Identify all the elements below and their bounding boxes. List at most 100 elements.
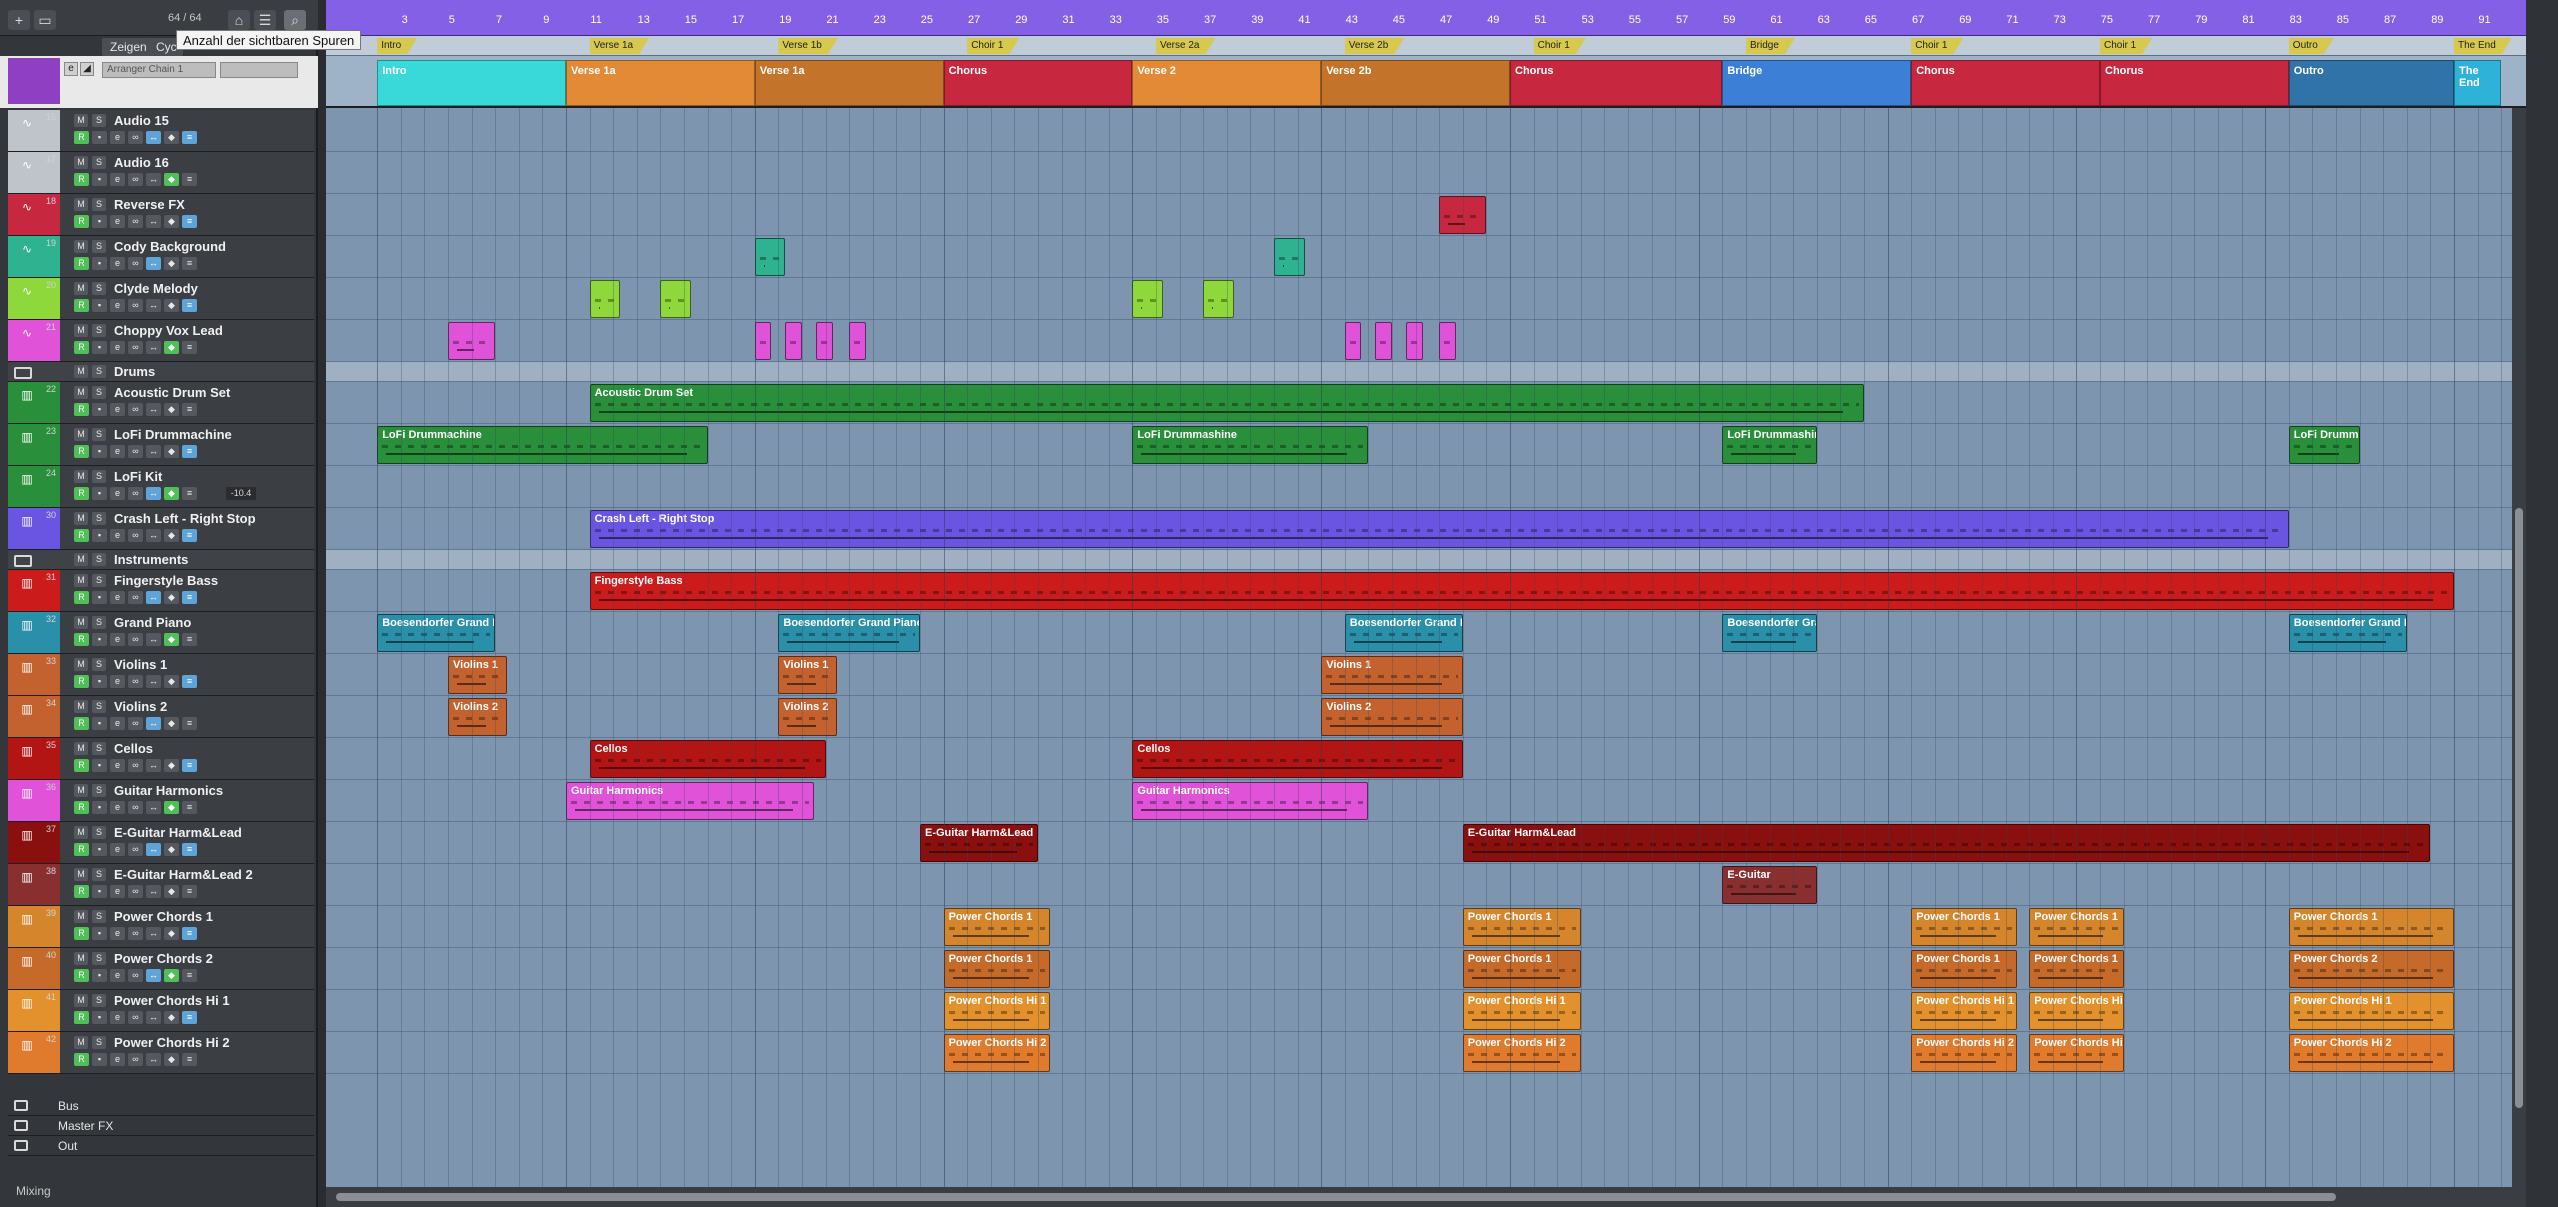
link-button[interactable]: ∞ xyxy=(128,487,143,500)
record-enable-button[interactable]: R xyxy=(74,717,89,730)
event-guitar-harmonics[interactable]: Guitar Harmonics xyxy=(566,782,814,820)
event-audio[interactable] xyxy=(1344,322,1362,360)
record-enable-button[interactable]: R xyxy=(74,341,89,354)
arranger-section-verse-2b[interactable]: Verse 2b xyxy=(1321,60,1510,106)
monitor-button[interactable]: ▪ xyxy=(92,529,107,542)
event-power-chords-1[interactable]: Power Chords 1 xyxy=(1911,908,2018,946)
track-lane[interactable] xyxy=(326,864,2526,906)
link-button[interactable]: ∞ xyxy=(128,445,143,458)
write-automation-button[interactable]: ◆ xyxy=(164,969,179,982)
link-button[interactable]: ∞ xyxy=(128,215,143,228)
monitor-button[interactable]: ▪ xyxy=(92,487,107,500)
solo-button[interactable]: S xyxy=(92,742,106,755)
event-fingerstyle-bass[interactable]: Fingerstyle Bass xyxy=(589,572,2454,610)
event-audio[interactable] xyxy=(849,322,866,360)
arranger-section-verse-2[interactable]: Verse 2 xyxy=(1132,60,1322,106)
track-header-e-guitar-harm-lead-2[interactable]: ▥ 38 M S E-Guitar Harm&Lead 2 R ▪ e ∞ ↔ ◆ ≡ xyxy=(8,864,314,906)
edit-instrument-button[interactable]: e xyxy=(110,633,125,646)
event-power-chords-hi-2[interactable]: Power Chords Hi 2 xyxy=(1462,1034,1581,1072)
solo-button[interactable]: S xyxy=(92,512,106,525)
mute-button[interactable]: M xyxy=(74,553,88,566)
solo-button[interactable]: S xyxy=(92,156,106,169)
mute-button[interactable]: M xyxy=(74,910,88,923)
link-button[interactable]: ∞ xyxy=(128,403,143,416)
track-lane[interactable] xyxy=(326,152,2526,194)
track-header-clyde-melody[interactable]: ∿ 20 M S Clyde Melody R ▪ e ∞ ↔ ◆ ≡ xyxy=(8,278,314,320)
mute-button[interactable]: M xyxy=(74,428,88,441)
read-automation-button[interactable]: ↔ xyxy=(146,927,161,940)
event-audio[interactable] xyxy=(754,238,786,276)
track-header-power-chords-2[interactable]: ▥ 40 M S Power Chords 2 R ▪ e ∞ ↔ ◆ ≡ xyxy=(8,948,314,990)
read-automation-button[interactable]: ↔ xyxy=(146,885,161,898)
solo-button[interactable]: S xyxy=(92,994,106,1007)
event-power-chords-hi-1[interactable]: Power Chords Hi 1 xyxy=(943,992,1050,1030)
channel-settings-button[interactable]: ≡ xyxy=(182,131,197,144)
write-automation-button[interactable]: ◆ xyxy=(164,633,179,646)
track-lane[interactable] xyxy=(326,194,2526,236)
write-automation-button[interactable]: ◆ xyxy=(164,341,179,354)
mute-button[interactable]: M xyxy=(74,512,88,525)
edit-instrument-button[interactable]: e xyxy=(110,801,125,814)
edit-instrument-button[interactable]: e xyxy=(110,445,125,458)
record-enable-button[interactable]: R xyxy=(74,591,89,604)
event-audio[interactable] xyxy=(660,280,692,318)
channel-settings-button[interactable]: ≡ xyxy=(182,529,197,542)
ruler[interactable]: 3 5 7 9 11 13 15 17 19 21 23 25 27 29 31 33 35 37 39 41 43 45… xyxy=(326,0,2526,36)
event-power-chords-hi-2[interactable]: Power Chords Hi 2 xyxy=(2288,1034,2454,1072)
track-header-audio-15[interactable]: ∿ 16 M S Audio 15 R ▪ e ∞ ↔ ◆ ≡ xyxy=(8,110,314,152)
edit-instrument-button[interactable]: e xyxy=(110,675,125,688)
edit-instrument-button[interactable]: e xyxy=(110,529,125,542)
event-audio[interactable] xyxy=(816,322,833,360)
write-automation-button[interactable]: ◆ xyxy=(164,445,179,458)
monitor-button[interactable]: ▪ xyxy=(92,843,107,856)
event-boesendorfer-grand-piano[interactable]: Boesendorfer Grand Piano xyxy=(377,614,496,652)
add-track-icon[interactable]: + xyxy=(8,10,30,30)
write-automation-button[interactable]: ◆ xyxy=(164,173,179,186)
write-automation-button[interactable]: ◆ xyxy=(164,843,179,856)
solo-button[interactable]: S xyxy=(92,470,106,483)
channel-settings-button[interactable]: ≡ xyxy=(182,173,197,186)
monitor-button[interactable]: ▪ xyxy=(92,131,107,144)
event-audio[interactable] xyxy=(1132,280,1164,318)
mute-button[interactable]: M xyxy=(74,952,88,965)
solo-button[interactable]: S xyxy=(92,1036,106,1049)
marker-bridge[interactable]: Bridge xyxy=(1746,38,1795,54)
record-enable-button[interactable]: R xyxy=(74,1011,89,1024)
folder-track-out[interactable]: Out xyxy=(8,1136,314,1156)
record-enable-button[interactable]: R xyxy=(74,445,89,458)
monitor-button[interactable]: ▪ xyxy=(92,717,107,730)
monitor-button[interactable]: ▪ xyxy=(92,403,107,416)
monitor-button[interactable]: ▪ xyxy=(92,1053,107,1066)
solo-button[interactable]: S xyxy=(92,826,106,839)
record-enable-button[interactable]: R xyxy=(74,257,89,270)
event-lofi-drummashine[interactable]: LoFi Drummashine xyxy=(2288,426,2360,464)
channel-settings-button[interactable]: ≡ xyxy=(182,487,197,500)
track-header-violins-1[interactable]: ▥ 33 M S Violins 1 R ▪ e ∞ ↔ ◆ ≡ xyxy=(8,654,314,696)
track-lane[interactable] xyxy=(326,550,2526,570)
channel-settings-button[interactable]: ≡ xyxy=(182,843,197,856)
edit-instrument-button[interactable]: e xyxy=(110,591,125,604)
track-header-cellos[interactable]: ▥ 35 M S Cellos R ▪ e ∞ ↔ ◆ ≡ xyxy=(8,738,314,780)
event-power-chords-hi-1[interactable]: Power Chords Hi 1 xyxy=(1911,992,2018,1030)
mute-button[interactable]: M xyxy=(74,826,88,839)
link-button[interactable]: ∞ xyxy=(128,257,143,270)
monitor-button[interactable]: ▪ xyxy=(92,173,107,186)
folder-icon[interactable]: ▭ xyxy=(34,10,56,30)
solo-button[interactable]: S xyxy=(92,700,106,713)
write-automation-button[interactable]: ◆ xyxy=(164,529,179,542)
monitor-button[interactable]: ▪ xyxy=(92,257,107,270)
track-header-guitar-harmonics[interactable]: ▥ 36 M S Guitar Harmonics R ▪ e ∞ ↔ ◆ ≡ xyxy=(8,780,314,822)
channel-settings-button[interactable]: ≡ xyxy=(182,675,197,688)
edit-instrument-button[interactable]: e xyxy=(110,341,125,354)
marker-choir-1[interactable]: Choir 1 xyxy=(2100,38,2152,54)
arranger-section-intro[interactable]: Intro xyxy=(377,60,566,106)
solo-button[interactable]: S xyxy=(92,198,106,211)
edit-instrument-button[interactable]: e xyxy=(110,1011,125,1024)
record-enable-button[interactable]: R xyxy=(74,215,89,228)
link-button[interactable]: ∞ xyxy=(128,591,143,604)
arranger-section-verse-1a[interactable]: Verse 1a xyxy=(566,60,755,106)
write-automation-button[interactable]: ◆ xyxy=(164,487,179,500)
channel-settings-button[interactable]: ≡ xyxy=(182,299,197,312)
marker-choir-1[interactable]: Choir 1 xyxy=(967,38,1019,54)
mute-button[interactable]: M xyxy=(74,1036,88,1049)
